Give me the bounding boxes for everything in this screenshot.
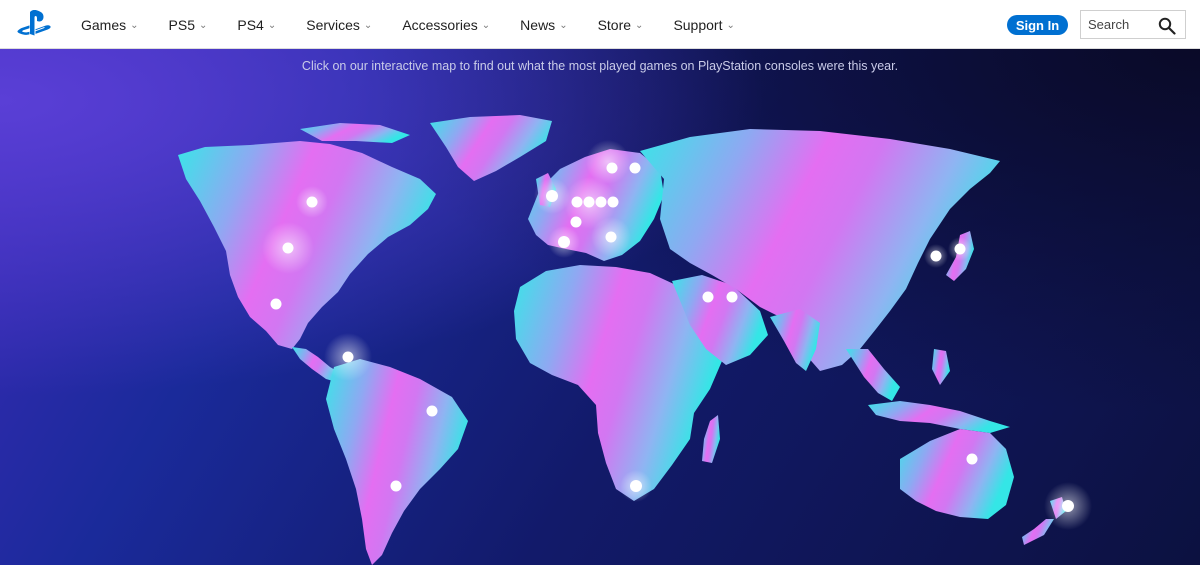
chevron-down-icon: ⌄ bbox=[267, 20, 277, 31]
chevron-down-icon: ⌄ bbox=[130, 20, 139, 31]
map-marker[interactable] bbox=[924, 244, 948, 268]
menu-news-label: News bbox=[520, 16, 556, 33]
philippines-shape bbox=[932, 349, 950, 385]
hero-map-section: Click on our interactive map to find out… bbox=[0, 49, 1200, 565]
south-america-shape bbox=[326, 359, 468, 565]
map-marker[interactable] bbox=[426, 405, 438, 417]
new-zealand-south-shape bbox=[1022, 519, 1054, 545]
main-menu: Games ⌄ PS5 ⌄ PS4 ⌄ Services ⌄ Accessories ⌄ … bbox=[66, 0, 750, 49]
chevron-down-icon: ⌄ bbox=[635, 20, 644, 31]
map-marker[interactable] bbox=[534, 178, 570, 214]
menu-services[interactable]: Services ⌄ bbox=[300, 0, 378, 49]
chevron-down-icon: ⌄ bbox=[726, 20, 735, 31]
menu-services-label: Services bbox=[306, 16, 360, 33]
menu-ps5[interactable]: PS5 ⌄ bbox=[163, 0, 214, 49]
map-marker[interactable] bbox=[548, 226, 580, 258]
map-marker[interactable] bbox=[324, 333, 372, 381]
top-navigation-bar: Games ⌄ PS5 ⌄ PS4 ⌄ Services ⌄ Accessories ⌄ … bbox=[0, 0, 1200, 49]
map-marker[interactable] bbox=[570, 216, 582, 228]
menu-accessories[interactable]: Accessories ⌄ bbox=[396, 0, 496, 49]
menu-support-label: Support bbox=[673, 16, 723, 33]
map-marker[interactable] bbox=[595, 196, 607, 208]
map-marker[interactable] bbox=[702, 291, 714, 303]
map-marker[interactable] bbox=[948, 237, 972, 261]
southeast-asia-shape bbox=[846, 349, 900, 401]
chevron-down-icon: ⌄ bbox=[363, 20, 373, 31]
map-marker[interactable] bbox=[966, 453, 978, 465]
map-marker[interactable] bbox=[583, 196, 595, 208]
chevron-down-icon: ⌄ bbox=[481, 20, 491, 31]
menu-games[interactable]: Games ⌄ bbox=[75, 0, 145, 49]
interactive-world-map[interactable] bbox=[0, 49, 1200, 565]
playstation-logo-icon[interactable] bbox=[17, 10, 51, 38]
arctic-islands-shape bbox=[300, 123, 410, 143]
search-icon[interactable] bbox=[1158, 17, 1176, 35]
menu-news[interactable]: News ⌄ bbox=[514, 0, 573, 49]
search-box bbox=[1080, 10, 1186, 39]
indonesia-shape bbox=[868, 401, 1010, 433]
search-input[interactable] bbox=[1081, 11, 1158, 37]
map-marker[interactable] bbox=[296, 186, 328, 218]
menu-ps4[interactable]: PS4 ⌄ bbox=[231, 0, 282, 49]
map-marker[interactable] bbox=[607, 196, 619, 208]
menu-games-label: Games bbox=[81, 16, 127, 33]
map-marker[interactable] bbox=[726, 291, 738, 303]
menu-support[interactable]: Support ⌄ bbox=[667, 0, 740, 49]
map-marker[interactable] bbox=[1044, 482, 1092, 530]
map-marker[interactable] bbox=[629, 162, 641, 174]
sign-in-button[interactable]: Sign In bbox=[1007, 15, 1068, 35]
menu-store[interactable]: Store ⌄ bbox=[592, 0, 650, 49]
menu-ps5-label: PS5 bbox=[168, 16, 195, 33]
map-marker[interactable] bbox=[591, 217, 631, 257]
madagascar-shape bbox=[702, 415, 720, 463]
map-marker[interactable] bbox=[262, 222, 314, 274]
map-marker[interactable] bbox=[270, 298, 282, 310]
map-marker[interactable] bbox=[390, 480, 402, 492]
menu-ps4-label: PS4 bbox=[237, 16, 264, 33]
chevron-down-icon: ⌄ bbox=[198, 20, 208, 31]
map-intro-text: Click on our interactive map to find out… bbox=[301, 59, 899, 73]
menu-store-label: Store bbox=[597, 16, 632, 33]
australia-shape bbox=[900, 429, 1014, 519]
chevron-down-icon: ⌄ bbox=[559, 20, 568, 31]
map-marker[interactable] bbox=[620, 470, 652, 502]
continents bbox=[178, 115, 1066, 565]
menu-accessories-label: Accessories bbox=[402, 16, 478, 33]
greenland-shape bbox=[430, 115, 552, 181]
